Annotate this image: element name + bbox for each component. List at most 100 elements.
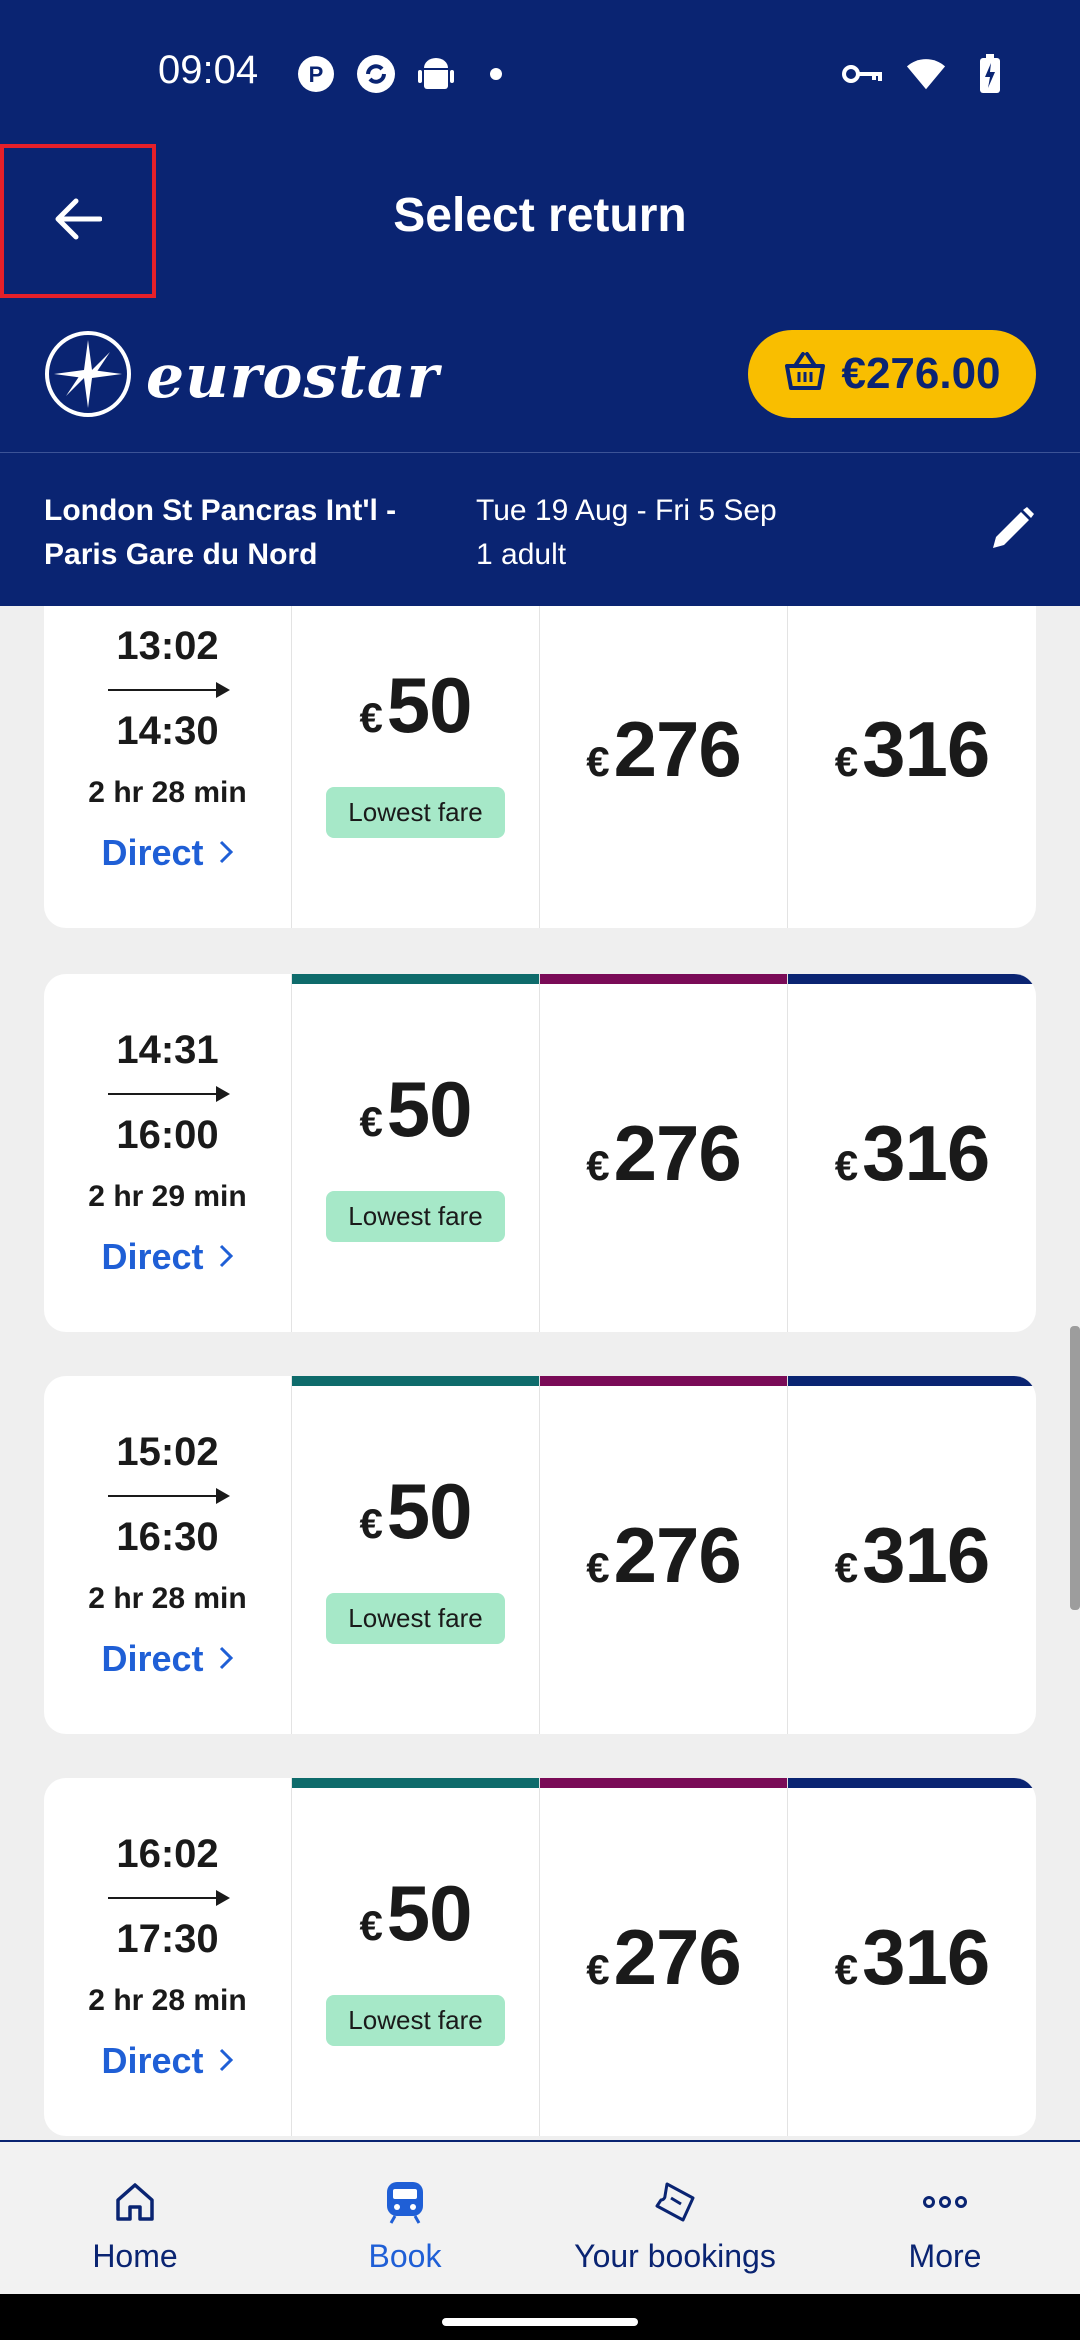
fare-class-indicator [540, 1376, 787, 1386]
fare-option[interactable]: €276 [540, 1778, 788, 2136]
basket-button[interactable]: €276.00 [748, 330, 1036, 418]
currency-symbol: € [359, 1500, 383, 1547]
journey-arrow-icon [107, 682, 230, 698]
fare-option[interactable]: €50 Lowest fare [292, 606, 540, 928]
chevron-right-icon [218, 2040, 234, 2082]
train-card: 15:02 16:30 2 hr 28 min Direct €50 Lowest far… [44, 1376, 1036, 1734]
fare-price: €276 [586, 704, 742, 795]
fare-option[interactable]: €50 Lowest fare [292, 974, 540, 1332]
eurostar-logo: eurostar [44, 330, 439, 423]
fare-amount: 316 [862, 1108, 990, 1197]
lowest-fare-badge: Lowest fare [326, 1593, 505, 1644]
fare-amount: 276 [613, 1108, 742, 1197]
fare-amount: 50 [386, 1869, 473, 1957]
fare-amount: 276 [613, 704, 742, 793]
departure-time: 15:02 [116, 1430, 219, 1474]
direct-link[interactable]: Direct [101, 1236, 233, 1278]
journey-duration: 2 hr 28 min [88, 1984, 247, 2017]
edit-search-button[interactable] [984, 503, 1040, 559]
lowest-fare-badge: Lowest fare [326, 1995, 505, 2046]
fare-amount: 276 [613, 1510, 742, 1599]
train-card: 14:31 16:00 2 hr 29 min Direct €50 Lowest far… [44, 974, 1036, 1332]
chevron-right-icon [218, 832, 234, 874]
sync-app-icon [356, 54, 396, 94]
app-header: Select return eurostar €276.00 [0, 140, 1080, 452]
wifi-icon [906, 54, 946, 94]
fare-price: €316 [835, 704, 991, 795]
journey-duration: 2 hr 28 min [88, 1582, 247, 1615]
fare-option[interactable]: €316 [788, 1376, 1036, 1734]
nav-book-label: Book [368, 2238, 442, 2274]
trip-dates: Tue 19 Aug - Fri 5 Sep [476, 494, 777, 527]
bottom-navigation: Home Book Your bookings More [0, 2140, 1080, 2294]
ticket-icon [653, 2178, 697, 2226]
direct-label: Direct [101, 1236, 204, 1277]
fare-price: €276 [586, 1108, 742, 1199]
basket-total: €276.00 [841, 349, 1001, 398]
arrival-time: 14:30 [116, 709, 219, 753]
home-indicator[interactable] [442, 2318, 638, 2326]
nav-your-bookings[interactable]: Your bookings [540, 2142, 810, 2294]
arrival-time: 16:00 [116, 1113, 219, 1157]
fare-price: €316 [835, 1912, 991, 2003]
nav-book[interactable]: Book [270, 2142, 540, 2294]
fare-price: €50 [359, 1064, 473, 1155]
nav-home[interactable]: Home [0, 2142, 270, 2294]
train-times: 13:02 14:30 2 hr 28 min Direct [44, 606, 292, 928]
fare-option[interactable]: €276 [540, 974, 788, 1332]
fare-class-indicator [292, 1376, 539, 1386]
fare-price: €50 [359, 660, 473, 751]
more-dots-icon [923, 2178, 967, 2226]
fare-option[interactable]: €316 [788, 974, 1036, 1332]
lowest-fare-badge: Lowest fare [326, 787, 505, 838]
chevron-right-icon [218, 1638, 234, 1680]
train-icon [385, 2178, 425, 2226]
dot-icon [476, 54, 516, 94]
system-icons [842, 54, 1010, 94]
fare-class-indicator [292, 1778, 539, 1788]
android-icon [416, 54, 456, 94]
fare-option[interactable]: €50 Lowest fare [292, 1778, 540, 2136]
fare-option[interactable]: €50 Lowest fare [292, 1376, 540, 1734]
fare-amount: 50 [386, 1065, 473, 1153]
fare-option[interactable]: €316 [788, 1778, 1036, 2136]
direct-link[interactable]: Direct [101, 832, 233, 874]
vpn-key-icon [842, 54, 882, 94]
nav-bookings-label: Your bookings [574, 2238, 776, 2274]
nav-home-label: Home [92, 2238, 178, 2274]
fare-price: €50 [359, 1868, 473, 1959]
train-card: 13:02 14:30 2 hr 28 min Direct €50 Lowest far… [44, 606, 1036, 928]
currency-symbol: € [586, 737, 610, 785]
fare-class-indicator [788, 974, 1036, 984]
fare-amount: 316 [862, 1510, 990, 1599]
direct-label: Direct [101, 1638, 204, 1679]
journey-summary: London St Pancras Int'l - Paris Gare du … [0, 452, 1080, 606]
fare-option[interactable]: €276 [540, 1376, 788, 1734]
fare-option[interactable]: €276 [540, 606, 788, 928]
direct-link[interactable]: Direct [101, 2040, 233, 2082]
status-bar: 09:04 P [0, 0, 1080, 140]
star-logo-icon [44, 330, 132, 423]
journey-arrow-icon [107, 1488, 230, 1504]
departure-time: 13:02 [116, 624, 219, 668]
train-times: 15:02 16:30 2 hr 28 min Direct [44, 1376, 292, 1734]
scrollbar[interactable] [1070, 1326, 1080, 1610]
nav-more[interactable]: More [810, 2142, 1080, 2294]
fare-class-indicator [788, 1778, 1036, 1788]
fare-price: €316 [835, 1510, 991, 1601]
direct-link[interactable]: Direct [101, 1638, 233, 1680]
status-time: 09:04 [158, 48, 259, 92]
fare-amount: 50 [386, 661, 473, 749]
fare-class-indicator [540, 1778, 787, 1788]
train-results-list[interactable]: 13:02 14:30 2 hr 28 min Direct €50 Lowest far… [0, 606, 1080, 2140]
trip-details: Tue 19 Aug - Fri 5 Sep 1 adult [476, 489, 777, 577]
fare-price: €50 [359, 1466, 472, 1557]
journey-duration: 2 hr 28 min [88, 776, 247, 809]
train-card: 16:02 17:30 2 hr 28 min Direct €50 Lowest far… [44, 1778, 1036, 2136]
fare-class-indicator [788, 1376, 1036, 1386]
brand-name: eurostar [146, 341, 440, 412]
fare-option[interactable]: €316 [788, 606, 1036, 928]
notification-icons: P [296, 54, 516, 94]
departure-time: 16:02 [116, 1832, 219, 1876]
home-icon [113, 2178, 157, 2226]
